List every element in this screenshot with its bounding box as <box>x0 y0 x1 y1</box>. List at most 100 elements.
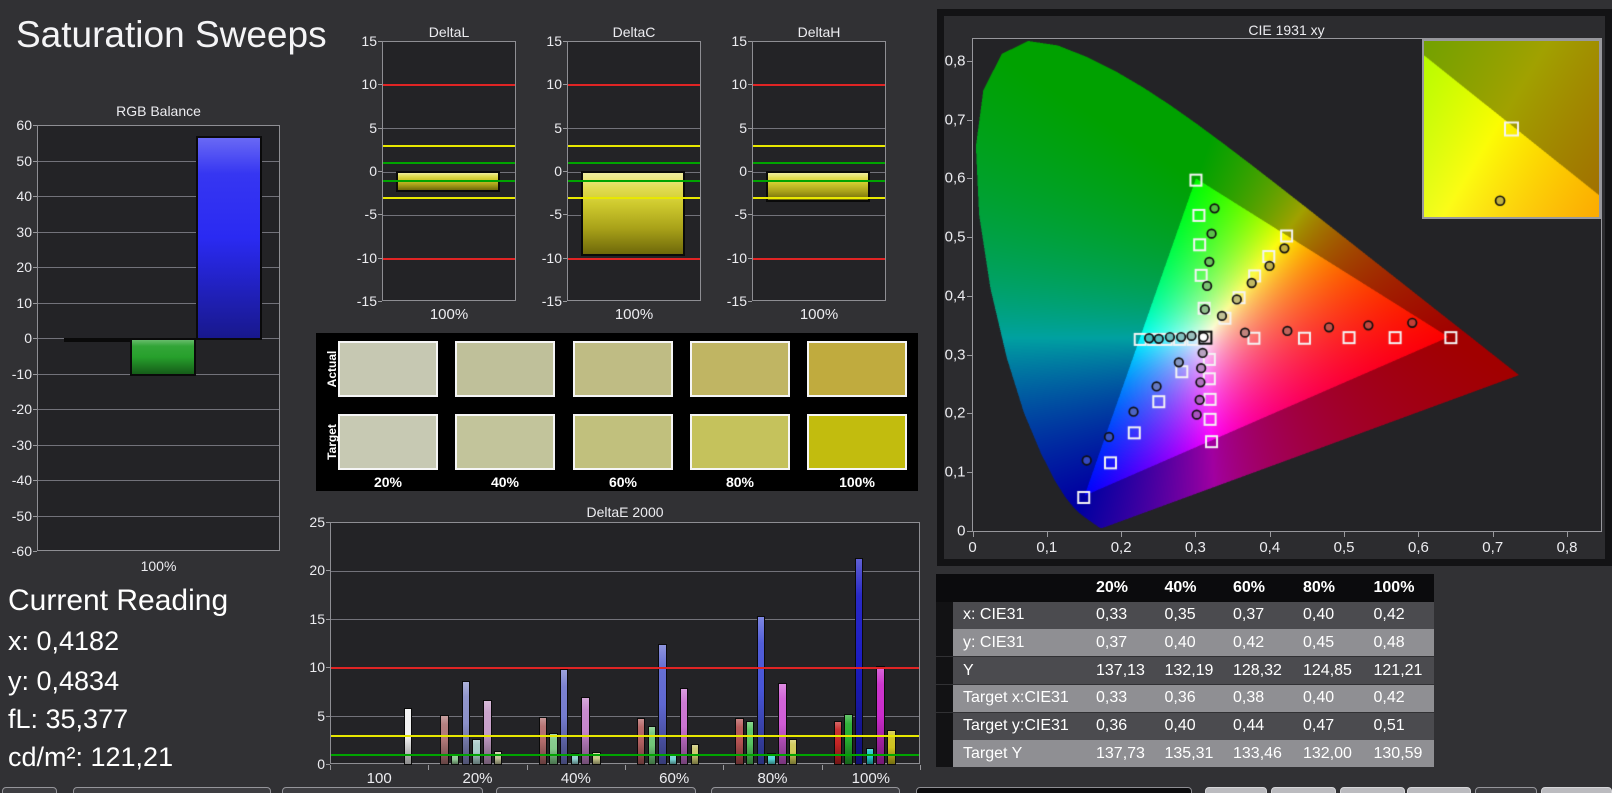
deltae-group-label: 80% <box>757 770 788 787</box>
delta-ytick-label: 0 <box>369 163 377 179</box>
deltae-xtick <box>821 765 823 770</box>
bottom-tab-4[interactable] <box>496 787 696 793</box>
rgb-ytick-label: 30 <box>16 223 32 240</box>
delta-ytick-label: 15 <box>361 33 377 49</box>
table-cell: 137,13 <box>1096 661 1145 679</box>
cie-ytick-label: 0,5 <box>944 228 966 246</box>
bottom-tab-10[interactable] <box>1407 787 1471 793</box>
deltae-xtick <box>920 765 921 770</box>
bottom-tab-5[interactable] <box>711 787 900 793</box>
reading-cdm2: cd/m²: 121,21 <box>8 742 174 772</box>
deltae-ytick-label: 20 <box>309 562 325 579</box>
delta-bar-deltac <box>581 171 685 257</box>
cie-ytick <box>966 178 972 180</box>
cie-ytick-label: 0,8 <box>944 52 966 70</box>
cie-xtick <box>1344 532 1346 537</box>
delta-ytick <box>563 41 567 42</box>
swatch-target-20% <box>338 414 438 470</box>
delta-ytick-label: 5 <box>369 119 377 136</box>
cie-ytick-label: 0,7 <box>944 111 966 129</box>
gridline <box>331 619 919 621</box>
cie-ytick <box>966 472 972 474</box>
table-cell: 0,40 <box>1303 689 1335 707</box>
deltae-ytick <box>326 570 330 572</box>
bottom-tab-12[interactable] <box>1541 787 1612 793</box>
bottom-tab-8[interactable] <box>1271 787 1336 793</box>
swatch-target-60% <box>573 414 673 470</box>
delta-ytick <box>378 171 382 172</box>
deltae-xtick <box>625 765 626 770</box>
bottom-tab-3[interactable] <box>282 787 483 793</box>
table-header-80%: 80% <box>1303 578 1336 596</box>
deltae-ytick-label: 5 <box>317 707 325 724</box>
deltae-bar-80%-yellow <box>788 738 798 765</box>
deltae-ytick-label: 25 <box>309 514 325 530</box>
table-row-stub <box>936 740 953 768</box>
delta-ytick-label: -10 <box>541 249 562 266</box>
cie-xtick-label: 0 <box>968 539 977 556</box>
reading-fl: fL: 35,377 <box>8 704 129 734</box>
table-row-target-x-cie31: Target x:CIE31 0,33 0,36 0,38 0,40 0,42 <box>936 684 1434 712</box>
cie-xtick-label: 0,1 <box>1036 539 1058 556</box>
gridline <box>38 480 279 481</box>
delta-plot-deltal <box>382 41 516 301</box>
deltae-bar-80%-green <box>746 721 755 765</box>
reading-y: y: 0,4834 <box>8 666 120 696</box>
rgb-ytick <box>33 480 37 481</box>
deltae-group-label: 20% <box>462 770 493 787</box>
cie-chart-area: CIE 1931 xy 0 0,1 0,2 0,3 0,4 0,5 0,6 0,7 0,8 0 0,1… <box>944 16 1605 559</box>
delta-ytick-label: 0 <box>739 163 747 179</box>
rgb-ytick <box>33 515 37 517</box>
deltae-ytick <box>326 667 330 669</box>
delta-ytick <box>563 214 567 216</box>
delta-plot-deltac <box>567 41 701 301</box>
delta-ytick <box>748 127 752 129</box>
cie-xtick-label: 0,2 <box>1110 539 1132 556</box>
deltae-group-label: 60% <box>659 770 690 787</box>
deltae2000-title: DeltaE 2000 <box>586 504 664 520</box>
gridline <box>753 214 885 216</box>
cie-ytick <box>966 119 972 121</box>
cie-xtick <box>1567 532 1569 537</box>
cie-zoom-inset <box>1422 39 1601 219</box>
actual-vs-target-swatch-panel: 20% 40% 60% 80% 100% Actual Target <box>316 333 918 491</box>
table-header-40%: 40% <box>1164 578 1197 596</box>
bottom-tab-2[interactable] <box>73 787 271 793</box>
bottom-tab-7[interactable] <box>1205 787 1267 793</box>
table-row-stub <box>936 657 953 685</box>
deltae-bar-40%-blue <box>560 669 569 765</box>
rgb-bar-red <box>64 338 130 342</box>
cie-ytick <box>966 237 972 239</box>
table-cell: 137,73 <box>1096 744 1145 762</box>
table-cell: 0,42 <box>1233 633 1265 651</box>
rgb-ytick <box>33 231 37 233</box>
table-row-label: Y <box>963 661 974 679</box>
deltae-bar-40%-red <box>538 716 548 765</box>
table-row-stub <box>936 684 953 712</box>
cie-xtick-label: 0,6 <box>1407 539 1429 556</box>
delta-ytick <box>378 41 382 42</box>
deltae-bar-40%-green <box>549 732 558 765</box>
limit-line <box>568 197 700 199</box>
cie-ytick-label: 0,6 <box>944 169 966 187</box>
bottom-tab-11[interactable] <box>1475 787 1537 793</box>
table-row-label: Target y:CIE31 <box>963 717 1069 734</box>
swatch-column-label: 40% <box>490 474 520 490</box>
cie-ytick <box>966 413 972 415</box>
deltae-bar-60%-green <box>647 726 657 765</box>
deltae-xtick <box>330 765 331 770</box>
deltae-bar-100%-blue <box>855 557 864 765</box>
swatch-column-label: 80% <box>725 474 755 490</box>
bottom-tab-9[interactable] <box>1340 787 1405 793</box>
bottom-tab-6[interactable] <box>916 787 1192 793</box>
gridline <box>38 409 279 410</box>
deltae-ytick <box>326 522 330 523</box>
limit-line <box>383 197 515 199</box>
deltae-bar-20%-cyan <box>472 738 481 765</box>
delta-chart-title-deltac: DeltaC <box>612 24 656 40</box>
rgb-ytick <box>33 196 37 197</box>
delta-ytick-label: 5 <box>739 119 747 136</box>
bottom-tab-1[interactable] <box>2 787 57 793</box>
limit-line <box>331 734 919 737</box>
swatch-target-100% <box>807 414 907 470</box>
